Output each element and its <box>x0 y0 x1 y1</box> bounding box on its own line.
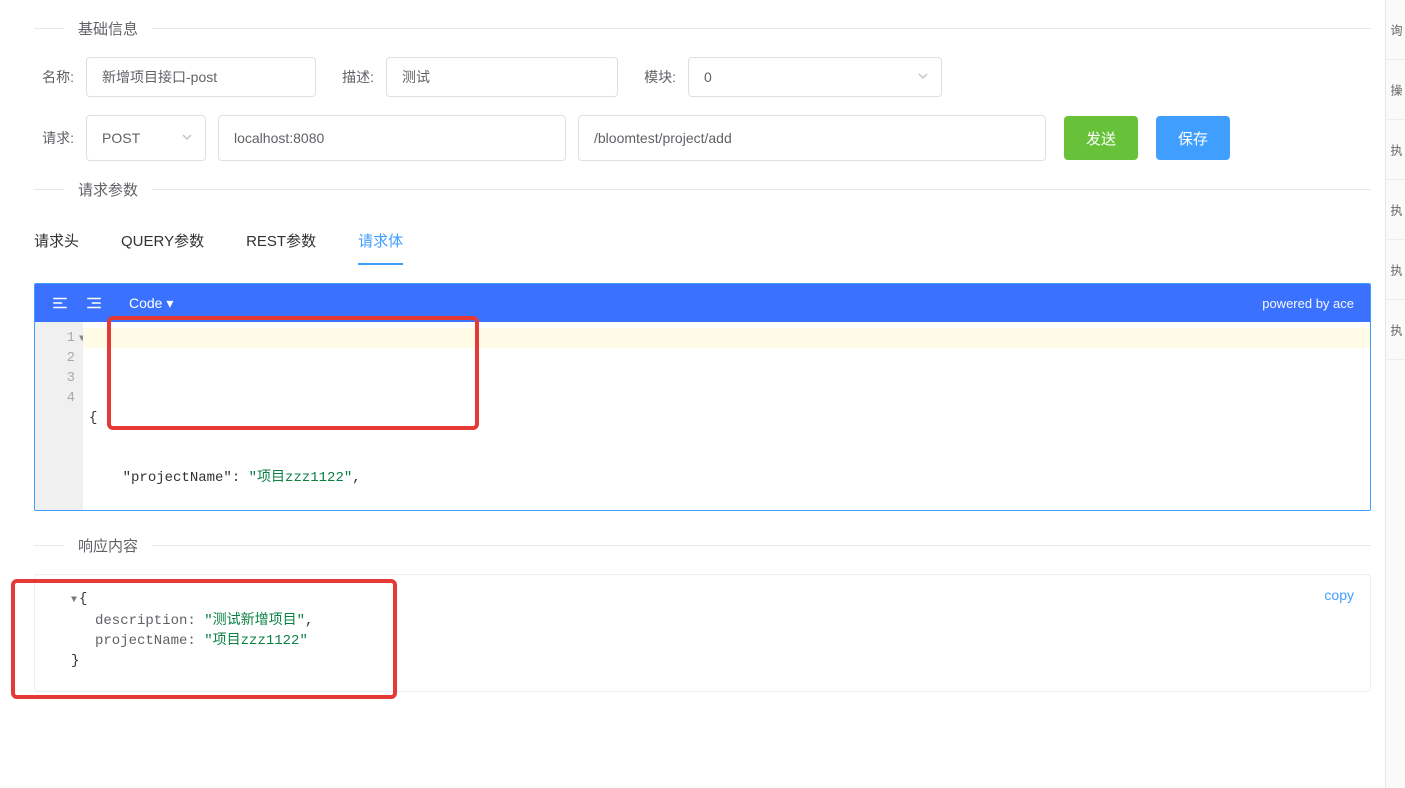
tab-headers[interactable]: 请求头 <box>34 218 79 265</box>
code-value: "项目zzz1122" <box>249 470 353 486</box>
section-title: 响应内容 <box>78 535 138 556</box>
desc-input[interactable] <box>386 57 618 97</box>
module-field-group: 模块: 0 <box>636 57 942 97</box>
editor-content[interactable]: { "projectName": "项目zzz1122", "descripti… <box>83 322 1370 510</box>
method-select[interactable]: POST <box>86 115 206 161</box>
side-tab[interactable]: 询 <box>1386 0 1405 60</box>
editor-gutter: 1 2 3 4 ▼ <box>35 322 83 510</box>
module-value: 0 <box>704 69 712 85</box>
gutter-line: 3 <box>35 368 75 388</box>
editor-mode-select[interactable]: Code ▾ <box>119 295 173 312</box>
chevron-down-icon <box>181 130 193 146</box>
resp-line: } <box>71 653 79 669</box>
fold-toggle-icon[interactable]: ▼ <box>71 595 77 606</box>
code-line: { <box>89 410 97 426</box>
side-tab[interactable]: 执 <box>1386 180 1405 240</box>
response-panel: copy ▼{ description: "测试新增项目", projectNa… <box>34 574 1371 692</box>
resp-val: "项目zzz1122" <box>204 633 308 649</box>
side-tab[interactable]: 执 <box>1386 300 1405 360</box>
resp-line: { <box>79 591 87 607</box>
right-sidebar-strip: 询 操 执 执 执 执 <box>1385 0 1405 788</box>
powered-by-ace: powered by ace <box>1262 296 1354 311</box>
copy-button[interactable]: copy <box>1324 585 1354 605</box>
resp-key: projectName: <box>95 633 196 649</box>
basic-info-row: 名称: 描述: 模块: 0 <box>34 57 1371 97</box>
editor-toolbar: Code ▾ powered by ace <box>35 284 1370 322</box>
tab-query[interactable]: QUERY参数 <box>121 218 204 265</box>
send-button[interactable]: 发送 <box>1064 116 1138 160</box>
resp-val: "测试新增项目" <box>204 613 305 629</box>
name-label: 名称: <box>34 67 74 87</box>
host-input[interactable] <box>218 115 566 161</box>
module-label: 模块: <box>636 67 676 87</box>
request-group: 请求: POST <box>34 115 1046 161</box>
module-select[interactable]: 0 <box>688 57 942 97</box>
gutter-line: 1 <box>35 328 75 348</box>
code-key: "projectName" <box>123 470 232 486</box>
tab-body[interactable]: 请求体 <box>358 218 403 265</box>
section-response: 响应内容 <box>34 535 1371 556</box>
param-tabs: 请求头 QUERY参数 REST参数 请求体 <box>34 218 1371 265</box>
api-editor-panel: 基础信息 名称: 描述: 模块: 0 请求: POST <box>0 18 1405 712</box>
name-input[interactable] <box>86 57 316 97</box>
side-tab[interactable]: 执 <box>1386 120 1405 180</box>
gutter-line: 4 <box>35 388 75 408</box>
outdent-icon[interactable] <box>85 294 103 312</box>
section-title: 请求参数 <box>78 179 138 200</box>
body-editor: Code ▾ powered by ace 1 2 3 4 ▼ { "proje… <box>34 283 1371 511</box>
gutter-line: 2 <box>35 348 75 368</box>
chevron-down-icon <box>917 69 929 85</box>
ace-editor-body[interactable]: 1 2 3 4 ▼ { "projectName": "项目zzz1122", … <box>35 322 1370 510</box>
request-row: 请求: POST 发送 保存 <box>34 115 1371 161</box>
section-title: 基础信息 <box>78 18 138 39</box>
path-input[interactable] <box>578 115 1046 161</box>
section-request-params: 请求参数 <box>34 179 1371 200</box>
resp-key: description: <box>95 613 196 629</box>
section-basic-info: 基础信息 <box>34 18 1371 39</box>
name-field-group: 名称: <box>34 57 316 97</box>
active-line-highlight <box>83 328 1370 348</box>
indent-icon[interactable] <box>51 294 69 312</box>
side-tab[interactable]: 执 <box>1386 240 1405 300</box>
request-label: 请求: <box>34 128 74 148</box>
desc-field-group: 描述: <box>334 57 618 97</box>
desc-label: 描述: <box>334 67 374 87</box>
tab-rest[interactable]: REST参数 <box>246 218 316 265</box>
side-tab[interactable]: 操 <box>1386 60 1405 120</box>
save-button[interactable]: 保存 <box>1156 116 1230 160</box>
method-value: POST <box>102 130 140 146</box>
